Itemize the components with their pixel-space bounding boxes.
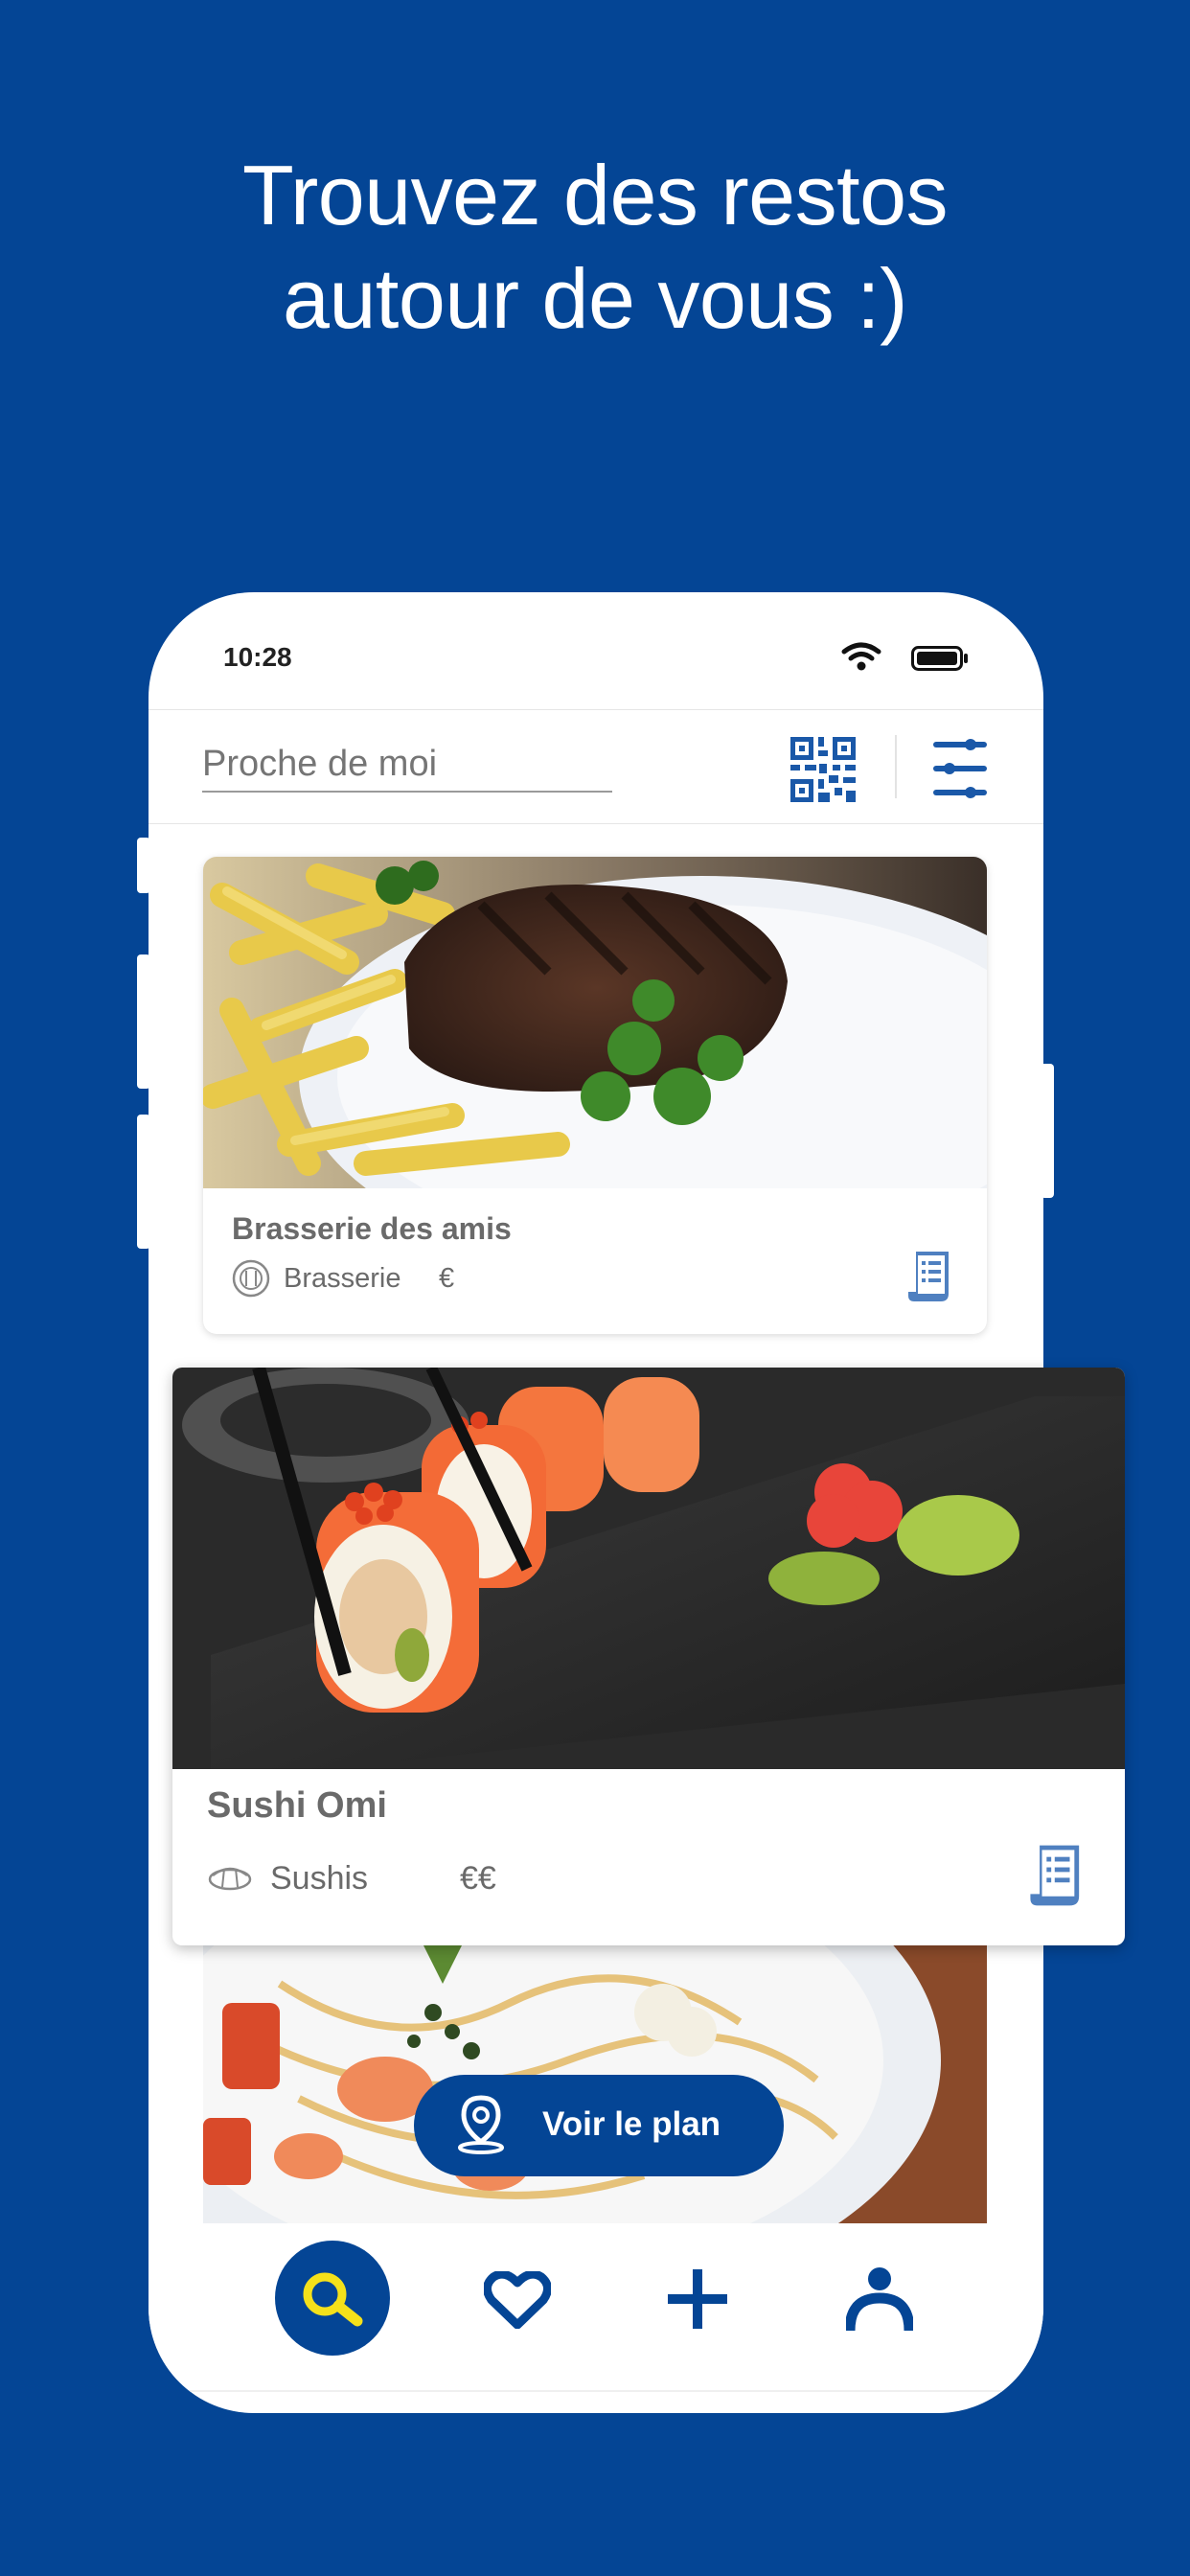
view-map-label: Voir le plan bbox=[542, 2105, 721, 2143]
sushi-icon bbox=[208, 1867, 252, 1891]
restaurant-price: €€ bbox=[460, 1860, 496, 1897]
wifi-icon bbox=[841, 642, 881, 671]
qr-code-icon[interactable] bbox=[790, 737, 856, 802]
tab-favorites[interactable] bbox=[455, 2233, 580, 2377]
status-time: 10:28 bbox=[223, 642, 292, 672]
menu-document-icon[interactable] bbox=[1028, 1843, 1084, 1908]
menu-document-icon[interactable] bbox=[906, 1250, 952, 1303]
page-headline: Trouvez des restos autour de vous :) bbox=[0, 144, 1190, 351]
restaurant-name: Brasserie des amis bbox=[232, 1211, 512, 1246]
restaurant-card-highlighted[interactable]: Sushi Omi Sushis €€ bbox=[172, 1368, 1125, 1945]
search-icon bbox=[275, 2241, 390, 2356]
view-map-button[interactable]: Voir le plan bbox=[414, 2075, 784, 2176]
plate-cutlery-icon bbox=[232, 1259, 270, 1298]
tab-search[interactable] bbox=[270, 2233, 395, 2377]
search-input[interactable] bbox=[202, 737, 612, 793]
profile-icon bbox=[846, 2267, 913, 2332]
search-bar bbox=[149, 709, 1043, 824]
headline-line-2: autour de vous :) bbox=[283, 251, 907, 346]
restaurant-photo bbox=[203, 857, 987, 1188]
restaurant-price: € bbox=[439, 1263, 455, 1294]
battery-icon bbox=[911, 646, 968, 671]
restaurant-name: Sushi Omi bbox=[207, 1785, 387, 1826]
toolbar-divider bbox=[895, 735, 897, 798]
plus-icon bbox=[668, 2269, 727, 2329]
tab-add[interactable] bbox=[635, 2233, 760, 2377]
tab-profile[interactable] bbox=[817, 2233, 942, 2377]
restaurant-category: Brasserie bbox=[284, 1263, 401, 1294]
map-pin-icon bbox=[458, 2095, 504, 2154]
heart-icon bbox=[484, 2271, 551, 2329]
filter-sliders-icon[interactable] bbox=[932, 737, 988, 800]
tab-bar bbox=[149, 2233, 1043, 2392]
headline-line-1: Trouvez des restos bbox=[241, 148, 949, 242]
restaurant-photo bbox=[172, 1368, 1125, 1769]
restaurant-card[interactable]: Brasserie des amis Brasserie € bbox=[203, 857, 987, 1334]
restaurant-category: Sushis bbox=[270, 1860, 369, 1897]
status-bar: 10:28 bbox=[149, 592, 1043, 709]
